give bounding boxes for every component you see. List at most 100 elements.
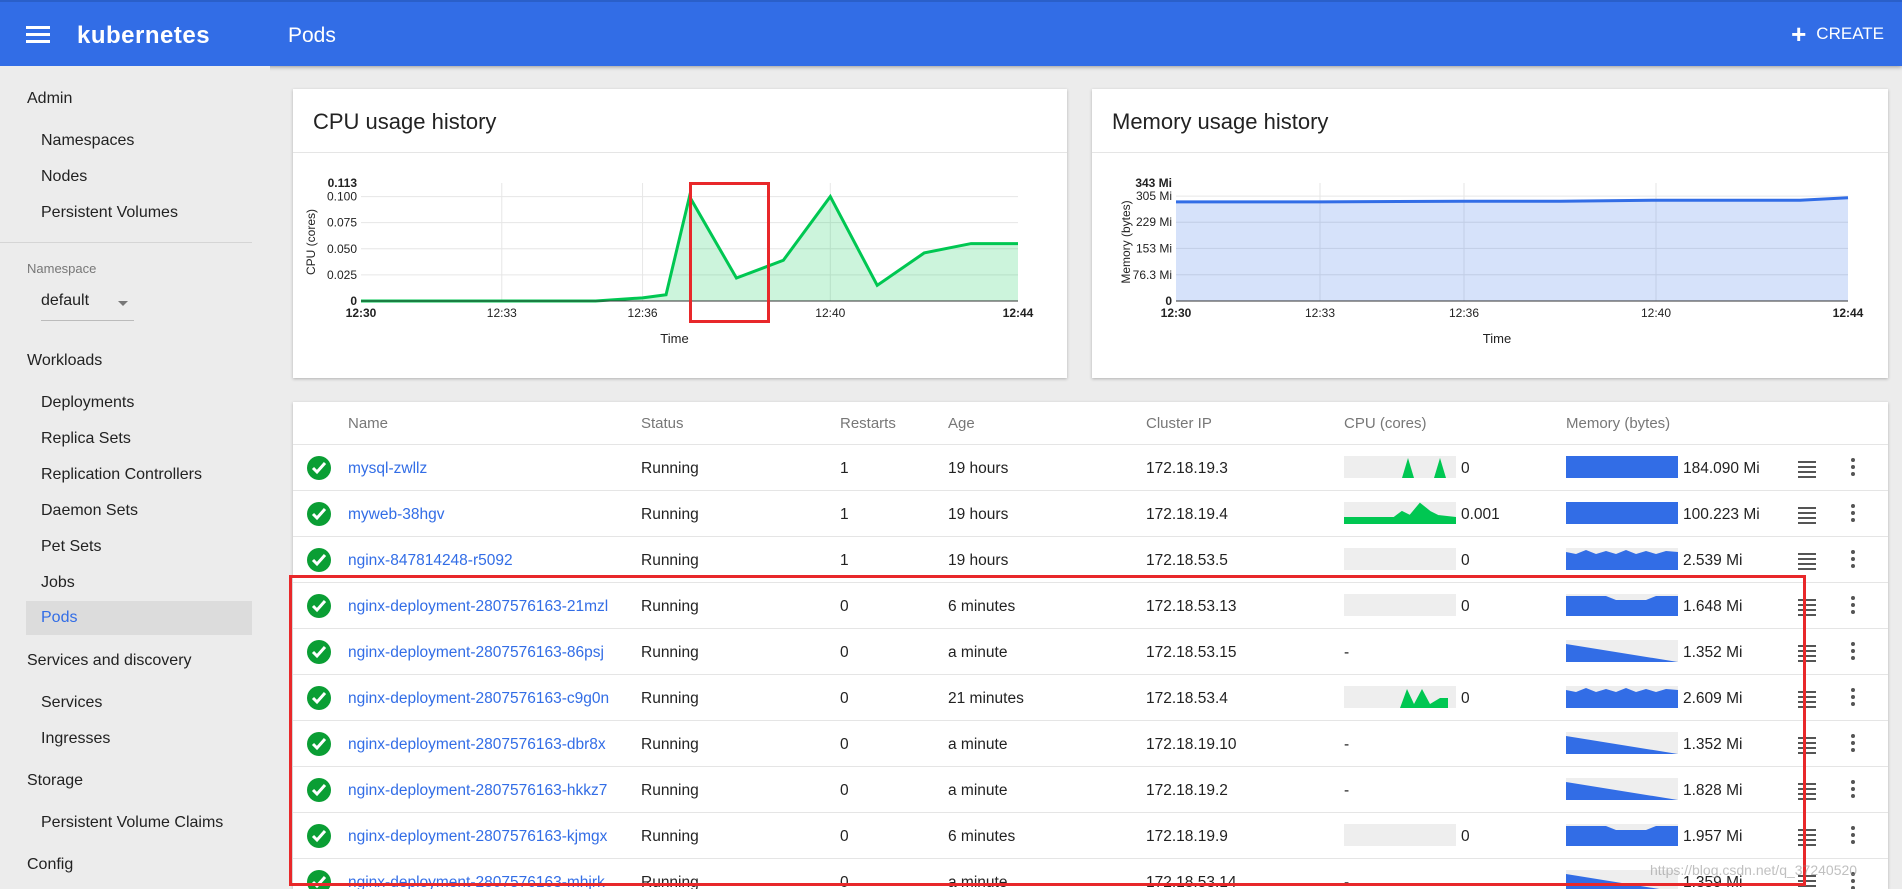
sidebar-item-replica-sets[interactable]: Replica Sets (41, 430, 131, 448)
cpu-sparkline (1344, 502, 1457, 524)
x-tick-label: 12:33 (487, 306, 517, 320)
table-row[interactable]: myweb-38hgv Running 1 19 hours 172.18.19.4 0.… (293, 490, 1888, 537)
sidebar-item-ingresses[interactable]: Ingresses (41, 730, 110, 748)
sidebar-item-persistent-volume-claims[interactable]: Persistent Volume Claims (41, 814, 223, 832)
memory-sparkline (1566, 502, 1678, 524)
sidebar-item-deployments[interactable]: Deployments (41, 394, 134, 412)
pod-restarts: 1 (840, 460, 849, 477)
namespace-select[interactable]: default (41, 292, 134, 321)
x-tick-label: 12:36 (1449, 306, 1479, 320)
page-title: Pods (288, 24, 336, 47)
more-vert-icon[interactable] (1851, 780, 1855, 801)
logs-icon[interactable] (1798, 553, 1816, 573)
column-header-memory[interactable]: Memory (bytes) (1566, 415, 1670, 432)
sidebar-section-config[interactable]: Config (27, 856, 73, 874)
cpu-sparkline (1344, 548, 1456, 570)
y-tick-label: 0.113 (328, 176, 358, 190)
table-row[interactable]: mysql-zwllz Running 1 19 hours 172.18.19.3 0 1… (293, 444, 1888, 491)
x-tick-label: 12:44 (1003, 306, 1034, 320)
sidebar-item-nodes[interactable]: Nodes (41, 168, 87, 186)
more-vert-icon[interactable] (1851, 642, 1855, 663)
x-tick-label: 12:40 (1641, 306, 1671, 320)
y-axis-label: Memory (bytes) (1119, 200, 1133, 283)
cpu-sparkline (1344, 456, 1456, 478)
sidebar-section-workloads[interactable]: Workloads (27, 352, 102, 370)
pod-name-link[interactable]: myweb-38hgv (348, 506, 445, 524)
memory-usage-card: Memory usage history 0 76.3 Mi 153 Mi 229 M… (1092, 89, 1888, 378)
pod-age: 19 hours (948, 552, 1009, 569)
x-tick-label: 12:40 (815, 306, 845, 320)
logs-icon[interactable] (1798, 507, 1816, 527)
x-tick-label: 12:30 (346, 306, 377, 320)
x-tick-label: 12:36 (628, 306, 658, 320)
top-app-bar: kubernetes Pods + CREATE (0, 0, 1902, 66)
y-axis-label: CPU (cores) (304, 209, 318, 275)
more-vert-icon[interactable] (1851, 504, 1855, 525)
x-axis-label: Time (1483, 331, 1511, 346)
column-header-restarts[interactable]: Restarts (840, 415, 896, 432)
more-vert-icon[interactable] (1851, 734, 1855, 755)
pod-memory-value: 2.539 Mi (1683, 552, 1743, 569)
sidebar-item-replication-controllers[interactable]: Replication Controllers (41, 466, 202, 484)
more-vert-icon[interactable] (1851, 826, 1855, 847)
y-tick-label: 229 Mi (1136, 215, 1172, 229)
more-vert-icon[interactable] (1851, 688, 1855, 709)
pod-cluster-ip: 172.18.19.4 (1146, 506, 1228, 523)
series-area (1176, 197, 1848, 301)
y-tick-label: 305 Mi (1136, 189, 1172, 203)
y-tick-label: 0.025 (327, 268, 357, 282)
sidebar-item-namespaces[interactable]: Namespaces (41, 132, 134, 150)
y-tick-label: 76.3 Mi (1133, 268, 1172, 282)
sidebar-item-daemon-sets[interactable]: Daemon Sets (41, 502, 138, 520)
dropdown-arrow-icon (118, 301, 128, 306)
sidebar-item-pods[interactable]: Pods (26, 601, 252, 635)
memory-sparkline (1566, 548, 1678, 570)
y-tick-label: 0.075 (327, 216, 357, 230)
column-header-cluster-ip[interactable]: Cluster IP (1146, 415, 1212, 432)
pod-status: Running (641, 506, 699, 523)
pod-cpu-value: 0 (1461, 552, 1470, 569)
brand-logo[interactable]: kubernetes (77, 22, 210, 50)
more-vert-icon[interactable] (1851, 596, 1855, 617)
sidebar-section-storage[interactable]: Storage (27, 772, 83, 790)
more-vert-icon[interactable] (1851, 458, 1855, 479)
sidebar-item-jobs[interactable]: Jobs (41, 574, 75, 592)
pod-cpu-value: 0.001 (1461, 506, 1500, 523)
hamburger-menu-icon[interactable] (26, 26, 50, 44)
cpu-usage-card: CPU usage history 0 0.025 0.050 0.075 0.100 0… (293, 89, 1067, 378)
x-axis-label: Time (660, 331, 688, 346)
sidebar-item-pet-sets[interactable]: Pet Sets (41, 538, 101, 556)
more-vert-icon[interactable] (1851, 550, 1855, 571)
column-header-name[interactable]: Name (348, 415, 388, 432)
memory-usage-chart: 076.3 Mi153 Mi229 Mi305 Mi343 Mi12:30 12:… (1119, 176, 1864, 346)
pod-age: 19 hours (948, 460, 1009, 477)
memory-chart-title: Memory usage history (1112, 109, 1329, 134)
pod-status: Running (641, 460, 699, 477)
sidebar-section-admin[interactable]: Admin (27, 90, 72, 108)
namespace-value: default (41, 292, 90, 309)
logs-icon[interactable] (1798, 461, 1816, 481)
pod-cluster-ip: 172.18.53.5 (1146, 552, 1228, 569)
sidebar-divider (0, 242, 252, 243)
sidebar-item-persistent-volumes[interactable]: Persistent Volumes (41, 204, 178, 222)
pod-age: 19 hours (948, 506, 1009, 523)
memory-sparkline (1566, 456, 1678, 478)
y-tick-label: 153 Mi (1136, 241, 1172, 255)
pod-cpu-value: 0 (1461, 460, 1470, 477)
create-button[interactable]: + CREATE (1791, 21, 1884, 47)
column-header-age[interactable]: Age (948, 415, 975, 432)
deployment-rows-highlight (289, 575, 1806, 886)
column-header-cpu[interactable]: CPU (cores) (1344, 415, 1427, 432)
x-tick-label: 12:30 (1161, 306, 1192, 320)
x-tick-label: 12:44 (1833, 306, 1864, 320)
pod-name-link[interactable]: mysql-zwllz (348, 460, 427, 478)
series-line (1176, 196, 1849, 204)
pod-name-link[interactable]: nginx-847814248-r5092 (348, 552, 513, 570)
sidebar-section-services[interactable]: Services and discovery (27, 652, 192, 670)
y-tick-label: 343 Mi (1135, 176, 1172, 190)
column-header-status[interactable]: Status (641, 415, 684, 432)
create-label: CREATE (1816, 24, 1884, 43)
sidebar-item-services[interactable]: Services (41, 694, 102, 712)
x-tick-label: 12:33 (1305, 306, 1335, 320)
status-ok-icon (307, 456, 331, 480)
